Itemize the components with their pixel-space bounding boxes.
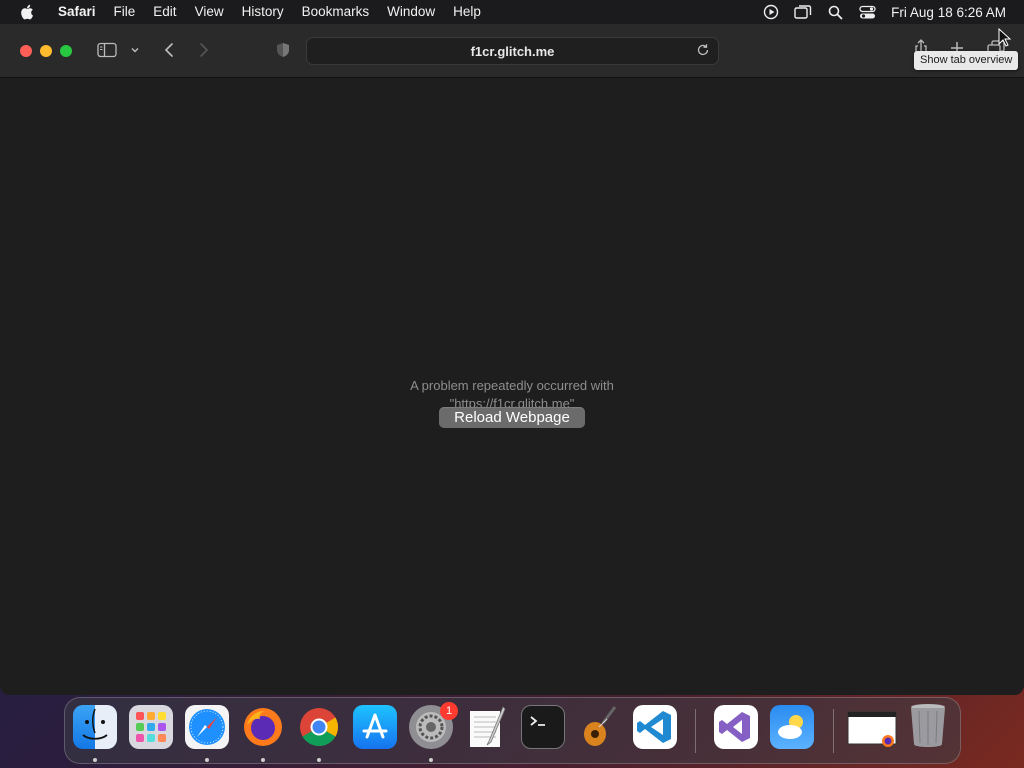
menubar-clock[interactable]: Fri Aug 18 6:26 AM (883, 5, 1024, 20)
running-indicator (317, 758, 321, 762)
safari-dock-icon[interactable] (185, 705, 229, 749)
reload-icon[interactable] (696, 43, 712, 59)
vscode-icon[interactable] (633, 705, 677, 749)
chrome-icon[interactable] (297, 705, 341, 749)
finder-icon[interactable] (73, 705, 117, 749)
privacy-shield-icon[interactable] (274, 41, 292, 59)
downloads-stack-icon[interactable] (846, 708, 898, 750)
safari-window: f1cr.glitch.me A problem repeatedly occu… (0, 24, 1024, 695)
trash-icon[interactable] (906, 703, 950, 747)
garageband-icon[interactable] (577, 705, 621, 749)
menu-edit[interactable]: Edit (144, 0, 185, 24)
back-icon[interactable] (160, 40, 178, 60)
running-indicator (429, 758, 433, 762)
address-bar[interactable]: f1cr.glitch.me (306, 37, 719, 65)
dock-separator (695, 709, 696, 753)
visual-studio-icon[interactable] (714, 705, 758, 749)
weather-icon[interactable] (770, 705, 814, 749)
menu-bar: Safari File Edit View History Bookmarks … (0, 0, 1024, 24)
menu-file[interactable]: File (105, 0, 145, 24)
mouse-cursor-icon (998, 27, 1012, 48)
textedit-icon[interactable] (465, 705, 509, 749)
screen-recording-icon[interactable] (762, 3, 780, 21)
menu-view[interactable]: View (186, 0, 233, 24)
forward-icon[interactable] (195, 40, 213, 60)
app-store-icon[interactable] (353, 705, 397, 749)
screen-mirroring-icon[interactable] (794, 3, 812, 21)
chevron-down-icon[interactable] (129, 43, 141, 57)
menu-bookmarks[interactable]: Bookmarks (293, 0, 379, 24)
url-text: f1cr.glitch.me (470, 43, 555, 59)
menu-help[interactable]: Help (444, 0, 490, 24)
control-center-icon[interactable] (858, 3, 876, 21)
notification-badge: 1 (440, 702, 458, 720)
close-window-button[interactable] (20, 45, 32, 57)
apple-logo-icon[interactable] (17, 2, 37, 22)
dock-separator (833, 709, 834, 753)
sidebar-icon[interactable] (96, 41, 118, 59)
minimize-window-button[interactable] (40, 45, 52, 57)
menu-history[interactable]: History (233, 0, 293, 24)
firefox-icon[interactable] (241, 705, 285, 749)
browser-toolbar: f1cr.glitch.me (0, 24, 1024, 78)
menu-app-name[interactable]: Safari (49, 0, 105, 24)
maximize-window-button[interactable] (60, 45, 72, 57)
menu-window[interactable]: Window (378, 0, 444, 24)
reload-webpage-button[interactable]: Reload Webpage (439, 407, 585, 428)
spotlight-search-icon[interactable] (826, 3, 844, 21)
running-indicator (205, 758, 209, 762)
tooltip: Show tab overview (914, 51, 1019, 70)
error-line-1: A problem repeatedly occurred with (410, 378, 614, 393)
running-indicator (261, 758, 265, 762)
running-indicator (93, 758, 97, 762)
launchpad-icon[interactable] (129, 705, 173, 749)
terminal-icon[interactable] (521, 705, 565, 749)
web-content-area: A problem repeatedly occurred with "http… (0, 78, 1024, 695)
